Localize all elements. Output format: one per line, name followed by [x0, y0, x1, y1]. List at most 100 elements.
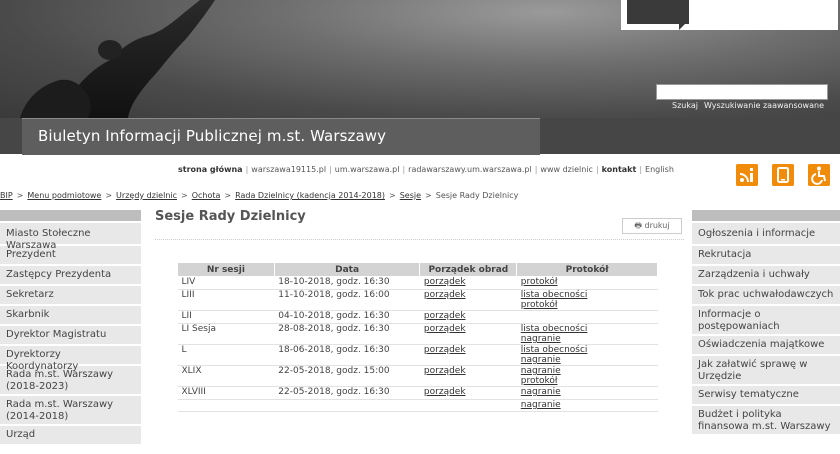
protocol-link[interactable]: nagranie — [521, 366, 654, 376]
agenda-link[interactable]: porządek — [424, 324, 466, 334]
cell-date: 18-06-2018, godz. 16:30 — [274, 344, 420, 366]
cell-date: 22-05-2018, godz. 15:00 — [274, 365, 420, 387]
cell-agenda: porządek — [419, 386, 517, 400]
sessions-table-body: LIV 18-10-2018, godz. 16:30 porządek protok… — [177, 276, 658, 412]
cell-agenda — [419, 399, 517, 412]
column-header-agenda: Porządek obrad — [419, 262, 518, 277]
protocol-link[interactable]: nagranie — [521, 387, 654, 397]
cell-nr: LIII — [177, 289, 275, 311]
agenda-link[interactable]: porządek — [424, 345, 466, 355]
table-row: LII 04-10-2018, godz. 16:30 porządek — [177, 310, 658, 324]
content-divider — [155, 239, 684, 240]
cell-agenda: porządek — [419, 323, 517, 345]
cell-agenda: porządek — [419, 276, 517, 290]
accessibility-icon[interactable] — [808, 164, 830, 186]
rss-info-icon[interactable] — [736, 164, 758, 186]
agenda-link[interactable]: porządek — [424, 290, 466, 300]
page-title: Sesje Rady Dzielnicy — [155, 209, 306, 224]
breadcrumb-menu[interactable]: Menu podmiotowe — [27, 191, 101, 200]
right-nav-item[interactable]: Serwisy tematyczne — [692, 386, 840, 404]
protocol-link[interactable]: lista obecności — [521, 324, 654, 334]
statue-image — [20, 0, 215, 118]
table-row: XLIX 22-05-2018, godz. 15:00 porządek nagra… — [177, 365, 658, 387]
right-nav-item[interactable]: Zarządzenia i uchwały — [692, 266, 840, 284]
mobile-icon[interactable] — [772, 164, 794, 186]
cell-protocol: lista obecności nagranie — [516, 323, 658, 345]
search-button[interactable]: Szukaj — [672, 101, 698, 110]
agenda-link[interactable]: porządek — [424, 311, 466, 321]
column-header-protocol: Protokół — [516, 262, 658, 277]
left-nav-item[interactable]: Sekretarz — [0, 286, 141, 304]
um-warszawa-link[interactable]: um.warszawa.pl — [335, 165, 400, 174]
protocol-link[interactable]: nagranie — [521, 334, 654, 344]
right-nav-item[interactable]: Tok prac uchwałodawczych — [692, 286, 840, 304]
cell-nr: XLVIII — [177, 386, 275, 400]
table-header-row: Nr sesji Data Porządek obrad Protokół — [177, 262, 658, 277]
breadcrumb-bip[interactable]: BIP — [0, 191, 13, 200]
left-sidebar-header — [0, 210, 141, 221]
cell-date: 11-10-2018, godz. 16:00 — [274, 289, 420, 311]
protocol-link[interactable]: protokół — [521, 300, 654, 310]
protocol-link[interactable]: lista obecności — [521, 345, 654, 355]
cell-nr: LII — [177, 310, 275, 324]
sessions-table: Nr sesji Data Porządek obrad Protokół LI… — [177, 262, 658, 412]
cell-date — [274, 399, 420, 412]
contact-link[interactable]: kontakt — [602, 165, 637, 174]
agenda-link[interactable]: porządek — [424, 277, 466, 287]
protocol-link[interactable]: nagranie — [521, 400, 654, 410]
title-bar: Biuletyn Informacji Publicznej m.st. War… — [0, 118, 840, 155]
left-nav-item[interactable]: Skarbnik — [0, 306, 141, 324]
breadcrumb: BIP > Menu podmiotowe > Urzędy dzielnic > Ocho… — [0, 191, 519, 200]
left-nav-item[interactable]: Rada m.st. Warszawy (2014-2018) — [0, 396, 141, 424]
right-nav-item[interactable]: Rekrutacja — [692, 246, 840, 264]
cell-date: 18-10-2018, godz. 16:30 — [274, 276, 420, 290]
protocol-link[interactable]: nagranie — [521, 355, 654, 365]
protocol-link[interactable]: protokół — [521, 277, 654, 287]
table-row: XLVIII 22-05-2018, godz. 16:30 porządek nag… — [177, 386, 658, 400]
left-nav-item[interactable]: Dyrektorzy Koordynatorzy — [0, 346, 141, 372]
site-title[interactable]: Biuletyn Informacji Publicznej m.st. War… — [38, 127, 386, 145]
agenda-link[interactable]: porządek — [424, 387, 466, 397]
advanced-search-link[interactable]: Wyszukiwanie zaawansowane — [704, 101, 824, 110]
right-nav-item[interactable]: Budżet i polityka finansowa m.st. Warsza… — [692, 406, 840, 434]
cell-agenda: porządek — [419, 344, 517, 366]
rada-warszawy-link[interactable]: radawarszawy.um.warszawa.pl — [408, 165, 532, 174]
dzielnice-link[interactable]: www dzielnic — [540, 165, 593, 174]
top-links-bar: strona główna | warszawa19115.pl | um.warsza… — [0, 159, 840, 181]
left-sidebar: Miasto Stołeczne Warszawa Prezydent Zast… — [0, 210, 141, 444]
breadcrumb-ochota[interactable]: Ochota — [192, 191, 221, 200]
search-input[interactable] — [656, 84, 828, 100]
right-nav-item[interactable]: Oświadczenia majątkowe — [692, 336, 840, 354]
right-nav-item[interactable]: Jak załatwić sprawę w Urzędzie — [692, 356, 840, 384]
left-nav-item[interactable]: Rada m.st. Warszawy (2018-2023) — [0, 366, 141, 394]
table-row: nagranie — [177, 399, 658, 412]
right-nav-item[interactable]: Informacje o postępowaniach — [692, 306, 840, 334]
cell-nr: L — [177, 344, 275, 366]
left-nav-item[interactable]: Miasto Stołeczne Warszawa — [0, 223, 141, 251]
breadcrumb-sesje[interactable]: Sesje — [400, 191, 421, 200]
protocol-link[interactable]: lista obecności — [521, 290, 654, 300]
logo[interactable] — [621, 0, 838, 30]
warszawa19115-link[interactable]: warszawa19115.pl — [251, 165, 326, 174]
cell-protocol: nagranie — [516, 399, 658, 412]
right-sidebar: Ogłoszenia i informacje Rekrutacja Zarzą… — [692, 210, 840, 434]
left-nav-item[interactable]: Prezydent — [0, 246, 141, 264]
cell-protocol: lista obecności nagranie — [516, 344, 658, 366]
column-header-nr: Nr sesji — [177, 262, 275, 277]
cell-protocol — [516, 310, 658, 324]
right-nav-item[interactable]: Ogłoszenia i informacje — [692, 223, 840, 244]
breadcrumb-urzedy[interactable]: Urzędy dzielnic — [116, 191, 177, 200]
protocol-link[interactable]: protokół — [521, 376, 654, 386]
home-link[interactable]: strona główna — [178, 165, 243, 174]
table-row: L 18-06-2018, godz. 16:30 porządek lista ob… — [177, 344, 658, 366]
cell-date: 28-08-2018, godz. 16:30 — [274, 323, 420, 345]
left-nav-item[interactable]: Dyrektor Magistratu — [0, 326, 141, 344]
cell-nr — [177, 399, 275, 412]
breadcrumb-current: Sesje Rady Dzielnicy — [435, 191, 519, 200]
breadcrumb-rada[interactable]: Rada Dzielnicy (kadencja 2014-2018) — [235, 191, 385, 200]
print-button[interactable]: 🖶 drukuj — [622, 218, 682, 234]
left-nav-item[interactable]: Zastępcy Prezydenta — [0, 266, 141, 284]
left-nav-item[interactable]: Urząd — [0, 426, 141, 444]
agenda-link[interactable]: porządek — [424, 366, 466, 376]
english-link[interactable]: English — [645, 165, 674, 174]
